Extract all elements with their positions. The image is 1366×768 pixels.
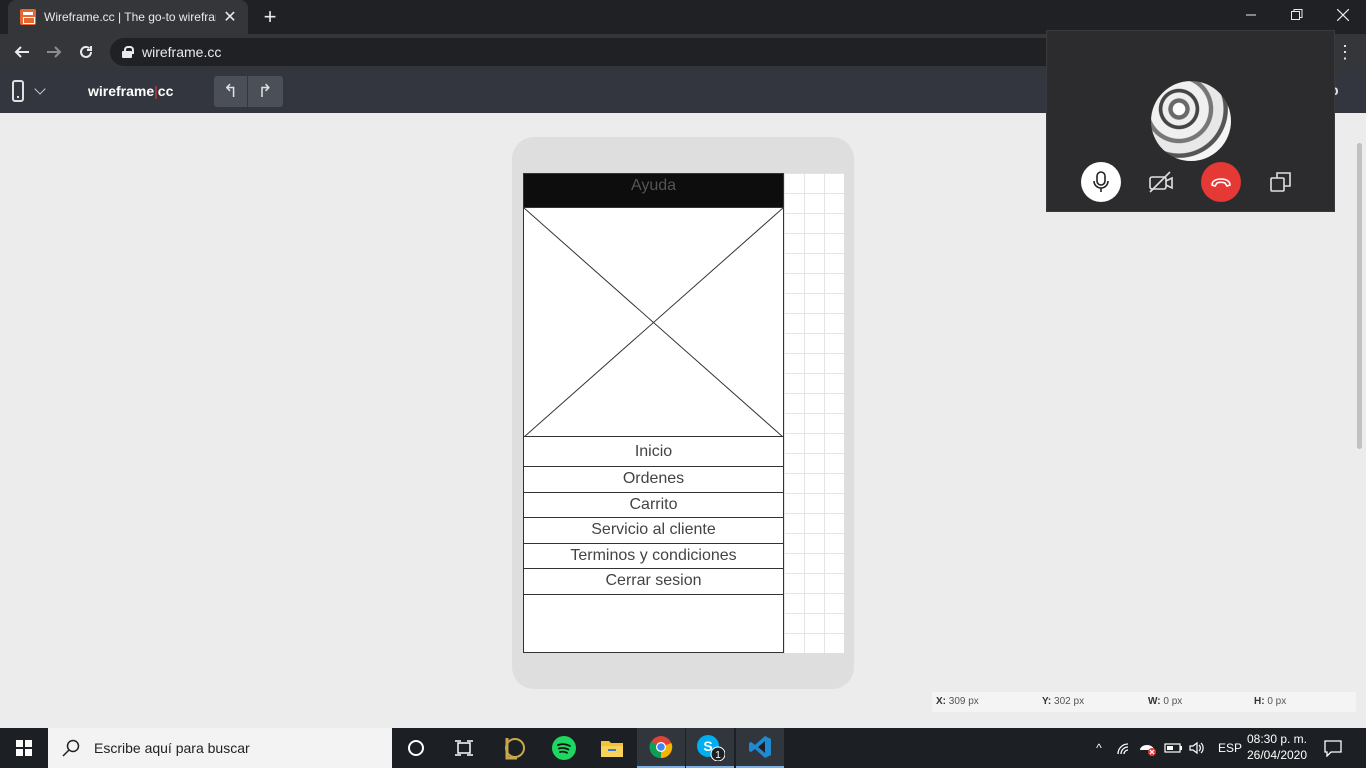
taskbar: Escribe aquí para buscar S1 ^ ESP 08:30 … [0,728,1366,768]
wireframe-favicon-icon [20,9,36,25]
image-placeholder-icon [523,207,784,438]
forward-button[interactable] [42,40,66,64]
language-indicator[interactable]: ESP [1218,741,1242,755]
restore-button[interactable] [1274,0,1320,30]
menu-item-inicio[interactable]: Inicio [524,437,783,467]
coord-x: X: 309 px [936,696,979,707]
hang-up-icon [1211,178,1231,187]
mobile-device-icon [12,80,24,102]
wifi-icon [1117,743,1129,755]
menu-item-ordenes[interactable]: Ordenes [524,467,783,493]
chrome-icon [649,736,673,759]
menu-item-servicio[interactable]: Servicio al cliente [524,518,783,544]
search-placeholder: Escribe aquí para buscar [94,740,250,756]
skype-app[interactable]: S1 [686,728,734,768]
tab-title: Wireframe.cc | The go-to wirefran [44,10,216,24]
video-toggle-button[interactable] [1141,162,1181,202]
tab-close-icon[interactable]: ✕ [222,7,238,27]
cortana-button[interactable] [392,728,440,768]
wireframe-menu: Inicio Ordenes Carrito Servicio al clien… [524,437,783,595]
file-explorer-app[interactable] [588,728,636,768]
browser-menu-icon[interactable]: ⋮ [1336,42,1354,62]
lock-icon [122,46,134,58]
battery-icon [1164,743,1182,753]
reload-icon [80,45,92,58]
folder-icon [601,741,623,757]
league-of-legends-app[interactable] [490,728,538,768]
windows-icon [16,740,32,756]
coordinates-bar: X: 309 px Y: 302 px W: 0 px H: 0 px [932,692,1356,712]
reload-button[interactable] [74,40,98,64]
wireframe-header[interactable]: Ayuda [524,174,783,207]
cortana-icon [408,740,424,756]
microphone-icon [1093,171,1109,192]
tray-expand-icon[interactable]: ^ [1090,741,1108,755]
coord-w: W: 0 px [1148,696,1183,707]
avatar [1151,81,1231,161]
hang-up-button[interactable] [1201,162,1241,202]
minimize-icon [1246,14,1256,16]
start-button[interactable] [0,728,48,768]
close-icon [1337,9,1349,21]
mute-button[interactable] [1081,162,1121,202]
call-overlay [1046,30,1335,212]
task-view-icon [455,740,473,756]
league-of-legends-icon [505,738,525,760]
app-logo[interactable]: wireframe|cc [88,83,173,99]
close-window-button[interactable] [1320,0,1366,30]
menu-item-carrito[interactable]: Carrito [524,493,783,518]
system-tray: ^ ESP [1090,728,1242,768]
notifications-button[interactable] [1310,728,1356,768]
spotify-icon [552,736,576,760]
address-bar[interactable]: wireframe.cc [110,38,1070,66]
history-controls: ↰ ↱ [214,76,283,107]
menu-item-terminos[interactable]: Terminos y condiciones [524,544,783,569]
notification-icon [1324,740,1342,757]
vscode-icon [749,736,771,758]
network-disconnected-icon [1140,745,1156,756]
vscode-app[interactable] [736,728,784,768]
skype-badge: 1 [715,750,721,761]
browser-tabstrip: Wireframe.cc | The go-to wirefran ✕ + [0,0,1366,34]
skype-icon: S1 [697,735,725,761]
coord-h: H: 0 px [1254,696,1287,707]
window-switch-icon [1270,172,1291,192]
minimize-button[interactable] [1228,0,1274,30]
device-selector[interactable] [12,80,46,102]
arrow-left-icon [14,46,29,58]
arrow-right-icon [47,46,62,58]
coord-y: Y: 302 px [1042,696,1085,707]
wireframe-screen[interactable]: Ayuda Inicio Ordenes Carrito Servicio al… [523,173,784,653]
task-view-button[interactable] [440,728,488,768]
menu-item-cerrar-sesion[interactable]: Cerrar sesion [524,569,783,595]
spotify-app[interactable] [540,728,588,768]
redo-button[interactable]: ↱ [248,76,282,107]
url-text: wireframe.cc [142,44,222,60]
undo-button[interactable]: ↰ [214,76,248,107]
clock-time: 08:30 p. m. [1246,732,1308,746]
video-off-icon [1149,171,1173,193]
clock-date: 26/04/2020 [1246,748,1308,762]
taskbar-search[interactable]: Escribe aquí para buscar [48,728,392,768]
chrome-app[interactable] [637,728,685,768]
restore-icon [1291,9,1303,20]
switch-window-button[interactable] [1261,162,1301,202]
search-icon [62,739,80,757]
page-scrollbar[interactable] [1357,143,1362,449]
clock[interactable]: 08:30 p. m. 26/04/2020 [1240,731,1314,763]
new-tab-button[interactable]: + [258,4,282,30]
browser-tab[interactable]: Wireframe.cc | The go-to wirefran ✕ [8,0,248,34]
volume-icon [1189,741,1204,755]
back-button[interactable] [10,40,34,64]
image-placeholder[interactable] [523,207,784,438]
chevron-down-icon [34,83,46,95]
